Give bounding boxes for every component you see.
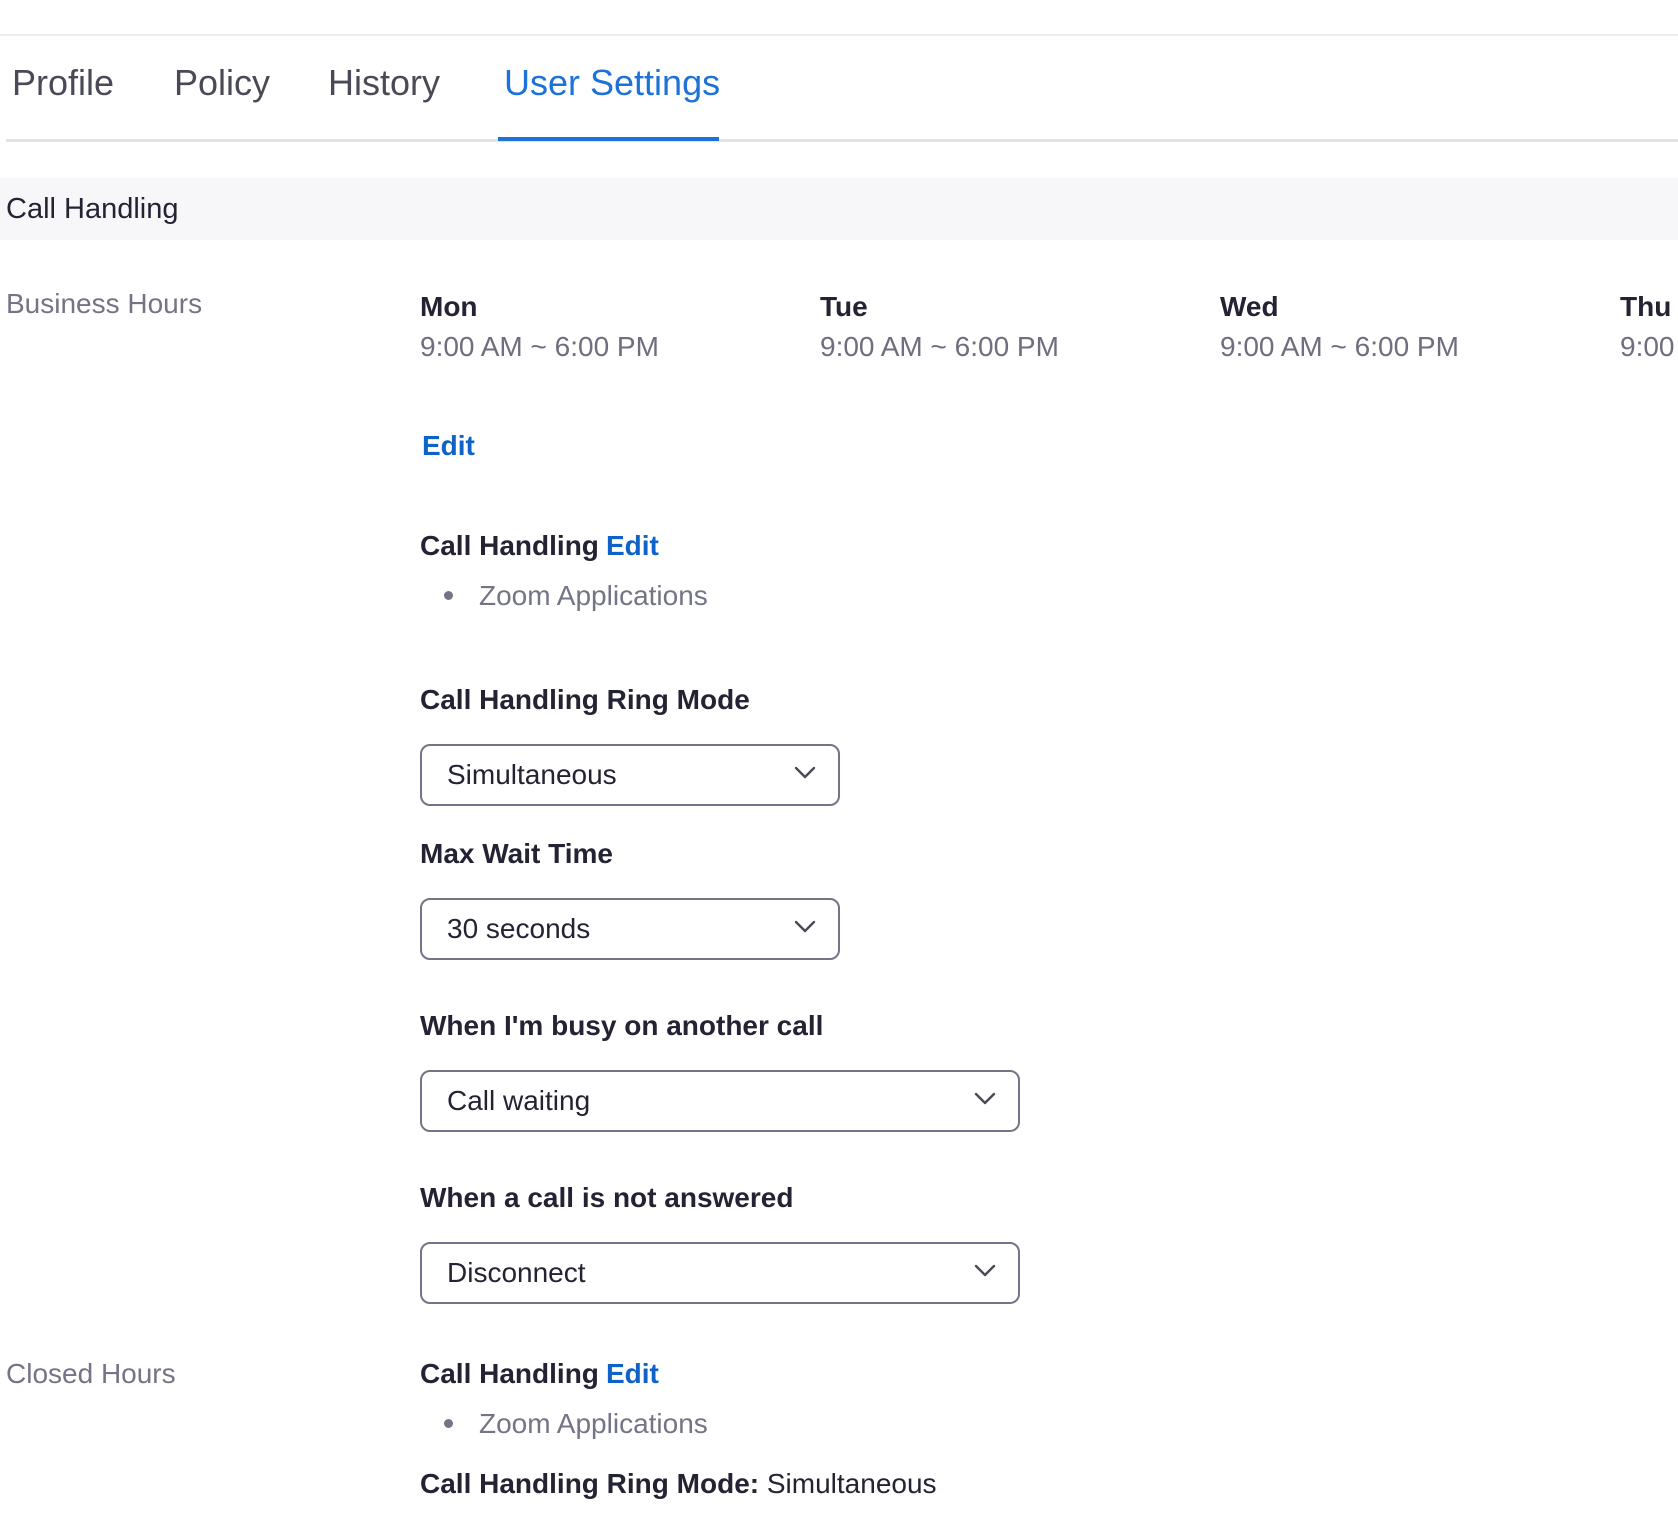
day-mon: Mon 9:00 AM ~ 6:00 PM [420,290,659,364]
chevron-down-icon [794,766,816,779]
section-title: Call Handling [6,193,179,225]
day-name: Wed [1220,291,1279,322]
list-item: Zoom Applications [444,580,708,612]
day-hours: 9:00 AM ~ 6:00 PM [1220,331,1459,362]
closed-call-handling-edit-link[interactable]: Edit [606,1358,659,1390]
busy-label: When I'm busy on another call [420,1010,824,1041]
bullet-dot-icon [444,591,453,601]
list-item-label: Zoom Applications [479,1408,708,1439]
max-wait-select[interactable]: 30 seconds [420,898,840,960]
select-value: Disconnect [447,1257,586,1288]
chevron-down-icon [794,920,816,933]
closed-ring-mode: Call Handling Ring Mode: Simultaneous [420,1468,937,1500]
not-answered-label: When a call is not answered [420,1182,794,1213]
select-value: Simultaneous [447,759,617,790]
day-name: Tue [820,291,868,322]
chevron-down-icon [974,1092,996,1105]
not-answered-select[interactable]: Disconnect [420,1242,1020,1304]
call-handling-edit-link[interactable]: Edit [606,530,659,562]
day-hours: 9:00 AM ~ 6:00 PM [420,331,659,362]
closed-ring-mode-value: Simultaneous [766,1468,937,1499]
day-hours: 9:00 [1620,331,1675,362]
active-tab-indicator [498,137,719,141]
closed-ring-mode-label: Call Handling Ring Mode: [420,1468,760,1499]
busy-select[interactable]: Call waiting [420,1070,1020,1132]
day-name: Mon [420,291,478,322]
ring-mode-select[interactable]: Simultaneous [420,744,840,806]
tab-user-settings[interactable]: User Settings [504,36,720,142]
max-wait-label: Max Wait Time [420,838,613,869]
business-hours-label: Business Hours [6,288,203,319]
closed-call-handling-heading: Call Handling [420,1358,599,1389]
call-handling-heading: Call Handling [420,530,599,561]
tab-profile[interactable]: Profile [12,36,114,142]
list-item: Zoom Applications [444,1408,708,1440]
day-thu: Thu 9:00 [1620,290,1675,364]
list-item-label: Zoom Applications [479,580,708,611]
section-header: Call Handling [0,178,1678,240]
ring-mode-label: Call Handling Ring Mode [420,684,750,715]
day-hours: 9:00 AM ~ 6:00 PM [820,331,1059,362]
closed-hours-label: Closed Hours [6,1358,176,1389]
business-hours-edit-link[interactable]: Edit [422,430,475,462]
select-value: Call waiting [447,1085,591,1116]
tab-history[interactable]: History [328,36,440,142]
chevron-down-icon [974,1264,996,1277]
day-wed: Wed 9:00 AM ~ 6:00 PM [1220,290,1459,364]
day-name: Thu [1620,291,1672,322]
day-tue: Tue 9:00 AM ~ 6:00 PM [820,290,1059,364]
tab-bar: Profile Policy History User Settings [6,36,1678,142]
tab-policy[interactable]: Policy [174,36,270,142]
select-value: 30 seconds [447,913,591,944]
bullet-dot-icon [444,1419,453,1429]
